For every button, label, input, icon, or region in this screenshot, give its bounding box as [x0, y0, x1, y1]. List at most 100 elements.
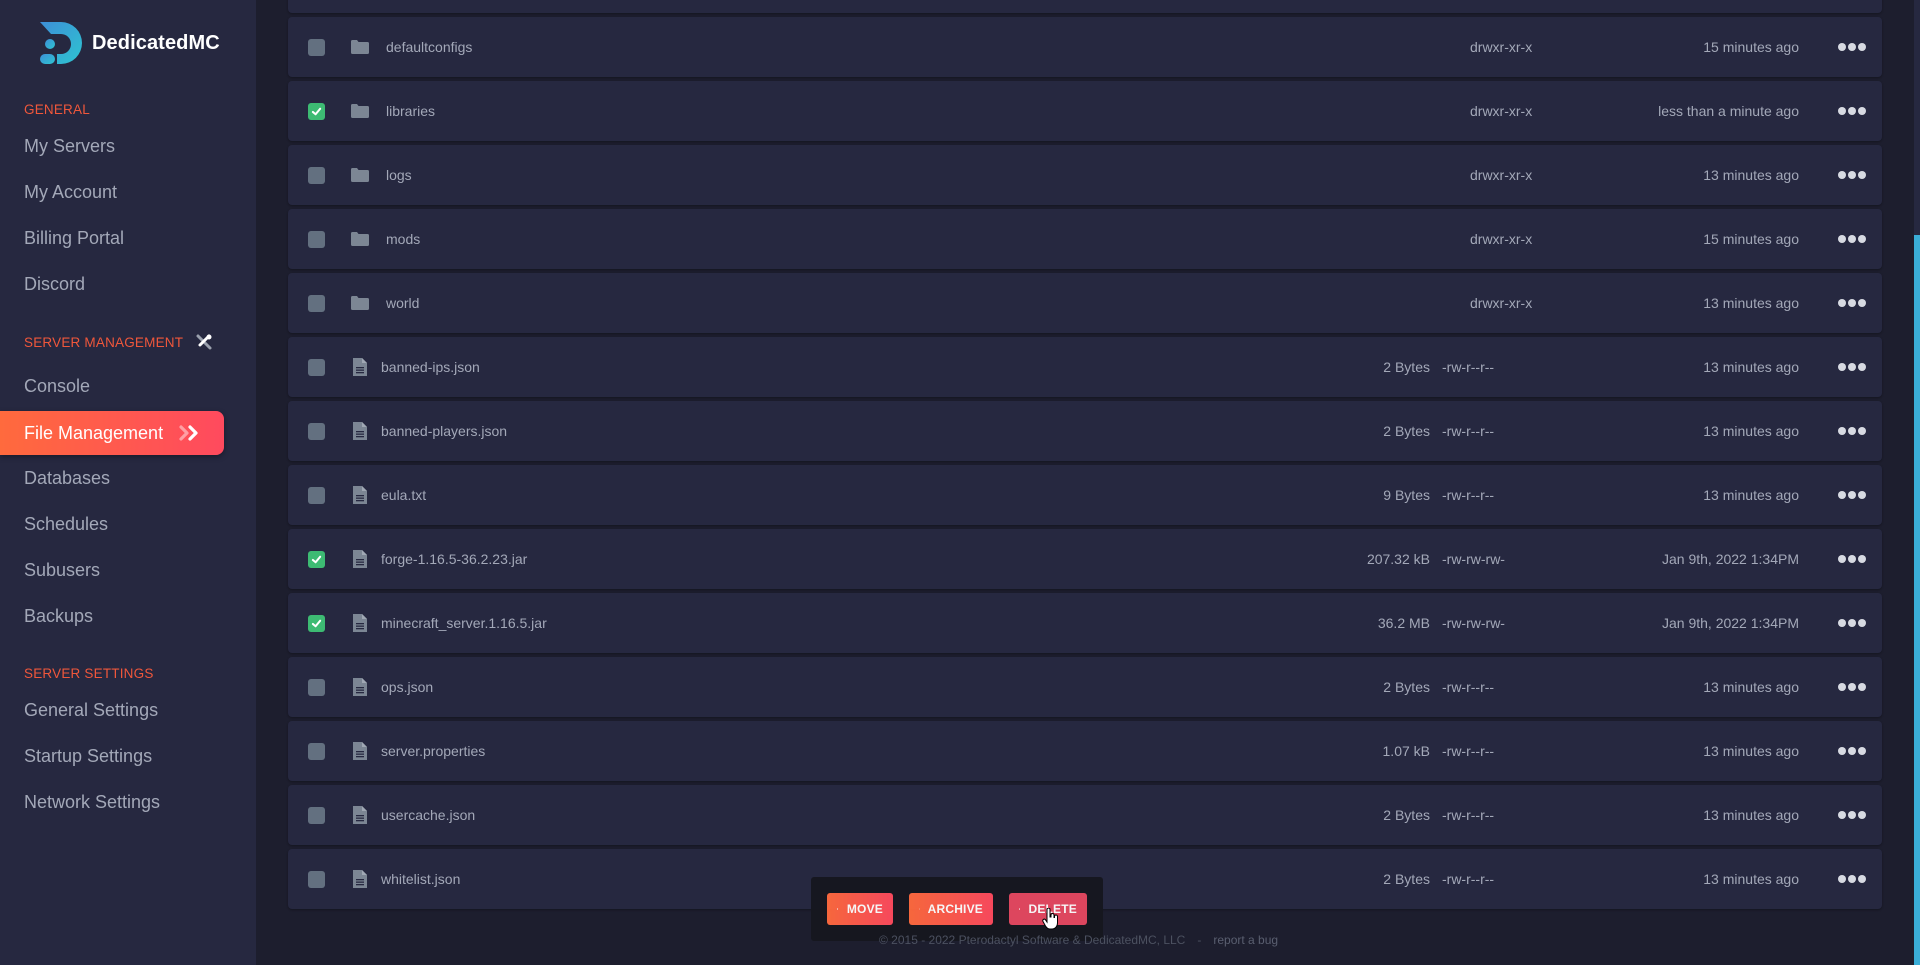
sidebar-item-label: File Management [24, 422, 164, 443]
file-name[interactable]: defaultconfigs [386, 39, 472, 55]
more-options-icon[interactable] [1838, 37, 1866, 57]
file-permissions: -rw-r--r-- [1442, 679, 1495, 695]
brand-logo[interactable]: DedicatedMC [37, 20, 220, 66]
archive-button[interactable]: ARCHIVE [909, 893, 993, 925]
file-icon [351, 678, 369, 696]
select-checkbox[interactable] [308, 102, 325, 120]
sidebar-item-discord[interactable]: Discord [0, 262, 224, 306]
folder-row[interactable]: mods drwxr-xr-x 15 minutes ago [288, 209, 1882, 269]
sidebar-item-label: Console [24, 375, 91, 396]
file-name[interactable]: eula.txt [381, 487, 426, 503]
report-bug-link[interactable]: report a bug [1213, 933, 1278, 947]
sidebar-item-schedules[interactable]: Schedules [0, 502, 224, 546]
folder-icon [351, 294, 369, 312]
select-checkbox[interactable] [308, 166, 325, 184]
select-checkbox[interactable] [308, 870, 325, 888]
file-permissions: drwxr-xr-x [1470, 231, 1533, 247]
file-row[interactable]: server.properties 1.07 kB -rw-r--r-- 13 min… [288, 721, 1882, 781]
double-chevron-right-icon [179, 425, 201, 441]
folder-row[interactable]: libraries drwxr-xr-x less than a minute ag… [288, 81, 1882, 141]
file-icon [351, 614, 369, 632]
file-row[interactable]: minecraft_server.1.16.5.jar 36.2 MB -rw-rw… [288, 593, 1882, 653]
file-row[interactable]: forge-1.16.5-36.2.23.jar 207.32 kB -rw-rw-… [288, 529, 1882, 589]
folder-row[interactable]: defaultconfigs drwxr-xr-x 15 minutes ago [288, 17, 1882, 77]
more-options-icon[interactable] [1838, 357, 1866, 377]
footer: © 2015 - 2022 Pterodactyl Software & Ded… [879, 933, 1278, 947]
file-name[interactable]: banned-ips.json [381, 359, 480, 375]
more-options-icon[interactable] [1838, 293, 1866, 313]
file-modified: Jan 9th, 2022 1:34PM [1662, 615, 1799, 631]
sidebar-item-file-management[interactable]: File Management [0, 411, 224, 455]
sidebar-item-startup-settings[interactable]: Startup Settings [0, 734, 224, 778]
file-modified: 13 minutes ago [1703, 871, 1799, 887]
file-name[interactable]: usercache.json [381, 807, 475, 823]
footer-separator: - [1197, 933, 1202, 947]
select-checkbox[interactable] [308, 550, 325, 568]
archive-label: ARCHIVE [927, 902, 983, 916]
more-options-icon[interactable] [1838, 741, 1866, 761]
sidebar-item-general-settings[interactable]: General Settings [0, 688, 224, 732]
select-checkbox[interactable] [308, 614, 325, 632]
file-modified: 15 minutes ago [1703, 39, 1799, 55]
more-options-icon[interactable] [1838, 549, 1866, 569]
more-options-icon[interactable] [1838, 805, 1866, 825]
move-button[interactable]: MOVE [827, 893, 893, 925]
select-checkbox[interactable] [308, 358, 325, 376]
select-checkbox[interactable] [308, 38, 325, 56]
select-checkbox[interactable] [308, 742, 325, 760]
scrollbar-thumb[interactable] [1914, 235, 1920, 965]
file-name[interactable]: server.properties [381, 743, 485, 759]
file-modified: 13 minutes ago [1703, 295, 1799, 311]
sidebar-item-network-settings[interactable]: Network Settings [0, 780, 224, 824]
select-checkbox[interactable] [308, 422, 325, 440]
file-icon [351, 358, 369, 376]
file-permissions: -rw-r--r-- [1442, 871, 1495, 887]
check-icon [311, 107, 322, 115]
file-name[interactable]: world [386, 295, 419, 311]
file-name[interactable]: whitelist.json [381, 871, 460, 887]
file-row[interactable]: banned-players.json 2 Bytes -rw-r--r-- 13 m… [288, 401, 1882, 461]
file-name[interactable]: ops.json [381, 679, 433, 695]
file-size: 207.32 kB [1366, 551, 1430, 567]
file-name[interactable]: logs [386, 167, 412, 183]
file-name[interactable]: mods [386, 231, 420, 247]
more-options-icon[interactable] [1838, 613, 1866, 633]
file-row[interactable]: ops.json 2 Bytes -rw-r--r-- 13 minutes ago [288, 657, 1882, 717]
file-icon [351, 486, 369, 504]
folder-row[interactable]: logs drwxr-xr-x 13 minutes ago [288, 145, 1882, 205]
more-options-icon[interactable] [1838, 165, 1866, 185]
sidebar-item-label: Databases [24, 467, 111, 488]
section-label-general: GENERAL [24, 102, 90, 117]
section-label-server-management: SERVER MANAGEMENT [24, 333, 213, 351]
sidebar-item-my-account[interactable]: My Account [0, 170, 224, 214]
more-options-icon[interactable] [1838, 869, 1866, 889]
more-options-icon[interactable] [1838, 485, 1866, 505]
file-name[interactable]: libraries [386, 103, 435, 119]
file-size: 2 Bytes [1383, 679, 1430, 695]
sidebar-item-subusers[interactable]: Subusers [0, 548, 224, 592]
more-options-icon[interactable] [1838, 229, 1866, 249]
select-checkbox[interactable] [308, 486, 325, 504]
archive-file-icon [919, 908, 920, 910]
file-name[interactable]: minecraft_server.1.16.5.jar [381, 615, 547, 631]
select-checkbox[interactable] [308, 678, 325, 696]
select-checkbox[interactable] [308, 294, 325, 312]
sidebar-item-console[interactable]: Console [0, 364, 224, 408]
file-row[interactable]: eula.txt 9 Bytes -rw-r--r-- 13 minutes ago [288, 465, 1882, 525]
select-checkbox[interactable] [308, 806, 325, 824]
sidebar-item-my-servers[interactable]: My Servers [0, 124, 224, 168]
file-size: 36.2 MB [1377, 615, 1430, 631]
select-checkbox[interactable] [308, 230, 325, 248]
file-row[interactable]: usercache.json 2 Bytes -rw-r--r-- 13 minute… [288, 785, 1882, 845]
more-options-icon[interactable] [1838, 101, 1866, 121]
more-options-icon[interactable] [1838, 677, 1866, 697]
footer-copyright: © 2015 - 2022 Pterodactyl Software & Ded… [879, 933, 1186, 947]
sidebar-item-backups[interactable]: Backups [0, 594, 224, 638]
file-row[interactable]: banned-ips.json 2 Bytes -rw-r--r-- 13 minut… [288, 337, 1882, 397]
folder-row[interactable]: world drwxr-xr-x 13 minutes ago [288, 273, 1882, 333]
more-options-icon[interactable] [1838, 421, 1866, 441]
file-name[interactable]: forge-1.16.5-36.2.23.jar [381, 551, 527, 567]
sidebar-item-databases[interactable]: Databases [0, 456, 224, 500]
sidebar-item-billing-portal[interactable]: Billing Portal [0, 216, 224, 260]
file-name[interactable]: banned-players.json [381, 423, 507, 439]
